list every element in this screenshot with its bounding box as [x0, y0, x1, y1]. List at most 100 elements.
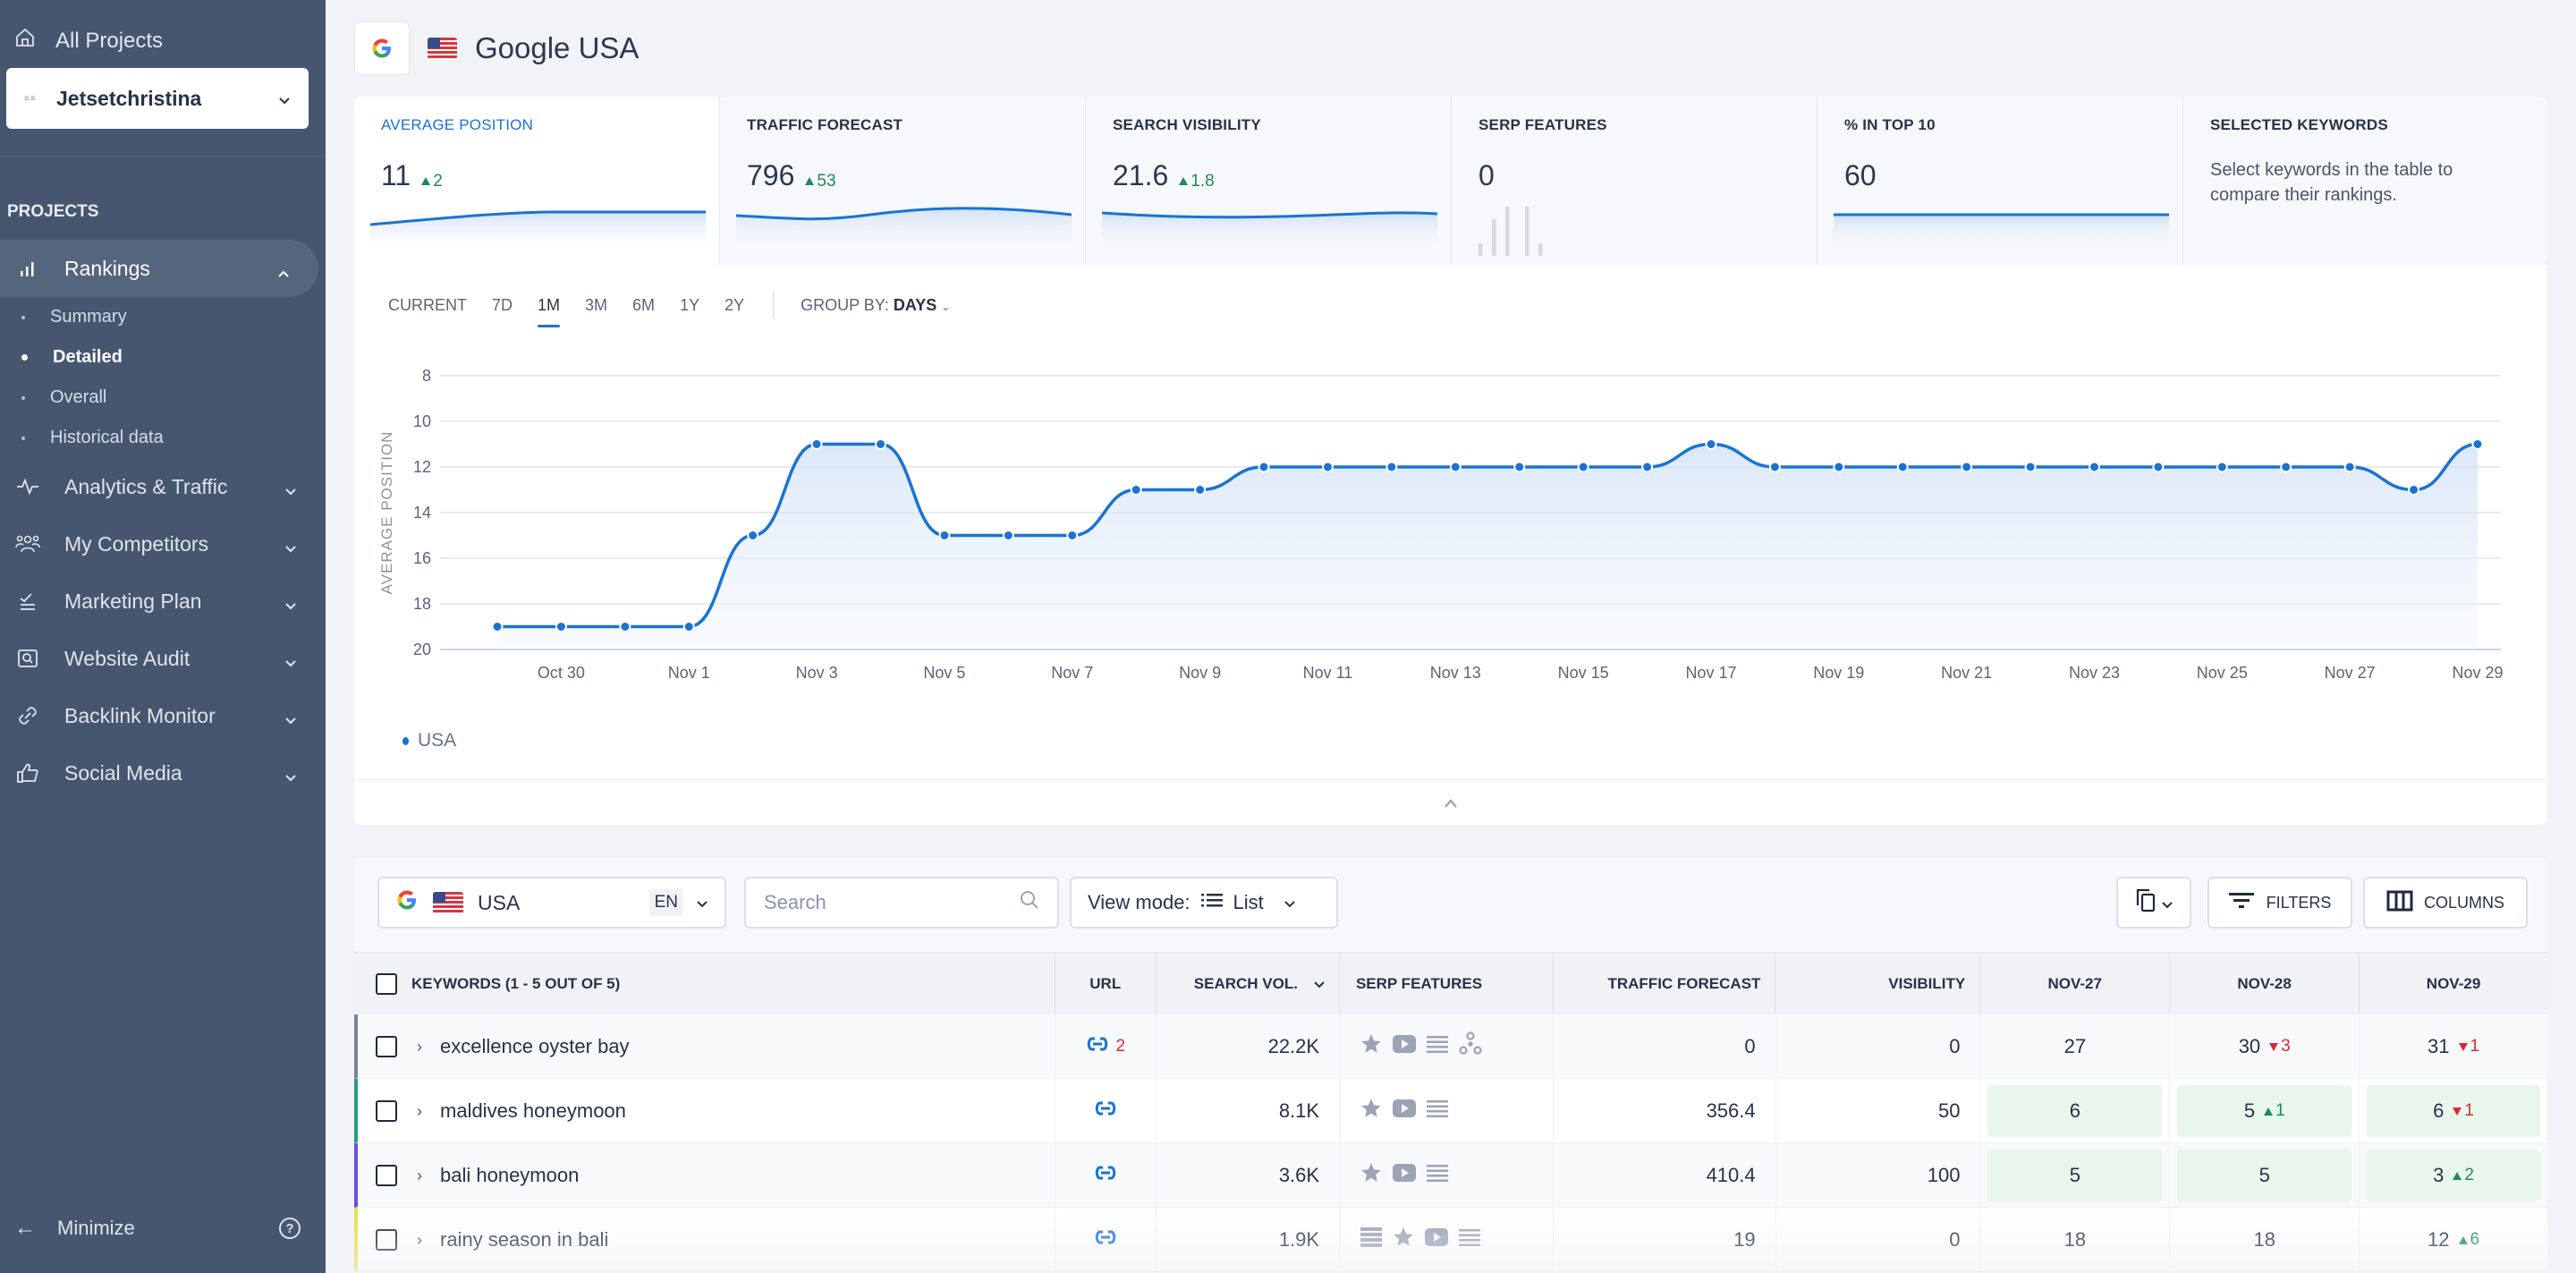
sidebar-subitem-overall[interactable]: Overall [0, 378, 326, 418]
sidebar-item-rankings[interactable]: Rankings [0, 240, 318, 297]
position-cell: 18 [2170, 1208, 2360, 1272]
table-row[interactable]: › rainy season in bali 1.9K 19 0 18 18 12 6 [354, 1208, 2547, 1272]
metric-traffic-forecast[interactable]: TRAFFIC FORECAST 796 53 [720, 97, 1086, 265]
copy-export-button[interactable] [2116, 877, 2191, 929]
search-engine-selector[interactable]: USA EN [377, 877, 726, 929]
metric-search-visibility[interactable]: SEARCH VISIBILITY 21.6 1.8 [1086, 97, 1452, 265]
expand-chevron-icon[interactable]: › [417, 1167, 422, 1185]
bar-chart-icon [14, 259, 41, 277]
search-input[interactable] [764, 891, 1014, 914]
sidebar-item-backlink-monitor[interactable]: Backlink Monitor [0, 687, 326, 744]
filters-button[interactable]: FILTERS [2207, 877, 2352, 929]
metric-label: SEARCH VISIBILITY [1113, 116, 1261, 133]
delta-value: 1 [2275, 1101, 2285, 1120]
sidebar-item-label: My Competitors [64, 531, 209, 556]
url-cell[interactable] [1055, 1143, 1157, 1208]
keyword-text: maldives honeymoon [440, 1099, 626, 1122]
sidebar-subitem-historical-data[interactable]: Historical data [0, 418, 326, 458]
range-1y[interactable]: 1Y [680, 296, 699, 315]
list-icon [1200, 891, 1223, 914]
arrow-down-icon [2453, 1107, 2462, 1116]
metric-value: 11 [381, 159, 411, 191]
table-row[interactable]: › bali honeymoon 3.6K 410.4 100 5532 [354, 1143, 2547, 1208]
chevron-down-icon: ⌄ [941, 300, 951, 313]
area-fill [497, 444, 2478, 649]
visibility-cell: 100 [1776, 1143, 1981, 1208]
header-date[interactable]: NOV-29 [2360, 953, 2547, 1015]
select-all-checkbox[interactable] [376, 973, 397, 995]
chart-legend[interactable]: USA [402, 730, 456, 751]
header-search-vol[interactable]: SEARCH VOL. [1157, 953, 1340, 1015]
url-cell[interactable]: 2 [1055, 1014, 1157, 1079]
header-keywords[interactable]: KEYWORDS (1 - 5 OUT OF 5) [354, 953, 1055, 1015]
link-icon[interactable] [1094, 1164, 1117, 1187]
traffic-forecast: 410.4 [1706, 1164, 1756, 1186]
range-6m[interactable]: 6M [632, 296, 655, 315]
data-point [1577, 461, 1589, 473]
metric-average-position[interactable]: AVERAGE POSITION 11 2 [354, 97, 720, 265]
group-by-dropdown[interactable]: GROUP BY: DAYS ⌄ [801, 296, 950, 315]
expand-chevron-icon[interactable]: › [417, 1231, 422, 1250]
metric-serp-features[interactable]: SERP FEATURES 0 [1452, 97, 1818, 265]
serp-features-cell [1340, 1079, 1554, 1143]
minimize-button[interactable]: ← Minimize ? [14, 1216, 301, 1241]
keyword-search [744, 877, 1059, 929]
header-date[interactable]: NOV-27 [1980, 953, 2171, 1015]
table-row[interactable]: › excellence oyster bay 2 22.2K 0 0 27 30… [354, 1014, 2547, 1079]
link-icon[interactable] [1094, 1228, 1117, 1252]
row-checkbox[interactable] [376, 1036, 397, 1057]
url-cell[interactable] [1055, 1079, 1157, 1143]
search-icon[interactable] [1020, 890, 1039, 915]
sidebar-subitem-summary[interactable]: Summary [0, 297, 326, 337]
range-current[interactable]: CURRENT [388, 296, 467, 315]
header-label: SEARCH VOL. [1193, 975, 1298, 992]
keyword-cell: › excellence oyster bay [358, 1014, 1055, 1079]
row-checkbox[interactable] [376, 1100, 397, 1122]
expand-chevron-icon[interactable]: › [417, 1102, 422, 1121]
sidebar-subitem-detailed[interactable]: Detailed [0, 337, 326, 378]
help-icon[interactable]: ? [279, 1218, 301, 1239]
data-point [1513, 461, 1526, 473]
x-tick-label: Nov 11 [1303, 664, 1353, 682]
columns-button[interactable]: COLUMNS [2363, 877, 2528, 929]
project-selector[interactable]: ≡≡ Jetsetchristina [6, 68, 309, 129]
all-projects-link[interactable]: All Projects [14, 27, 163, 55]
range-2y[interactable]: 2Y [724, 296, 744, 315]
x-tick-label: Nov 25 [2197, 664, 2248, 682]
range-divider [773, 292, 775, 318]
collapse-chart-button[interactable] [354, 779, 2547, 825]
data-point [1896, 461, 1909, 473]
metric-top10[interactable]: % IN TOP 10 60 [1818, 97, 2183, 265]
header-url[interactable]: URL [1055, 953, 1157, 1015]
chevron-down-icon [696, 891, 708, 914]
link-icon[interactable] [1086, 1035, 1109, 1058]
table-toolbar: USA EN View mode: List [354, 857, 2547, 952]
view-mode-dropdown[interactable]: View mode: List [1070, 877, 1338, 929]
header-serp-features[interactable]: SERP FEATURES [1340, 953, 1554, 1015]
expand-chevron-icon[interactable]: › [417, 1038, 422, 1057]
sidebar-item-marketing-plan[interactable]: Marketing Plan [0, 573, 326, 630]
sidebar-item-social-media[interactable]: Social Media [0, 744, 326, 802]
row-checkbox[interactable] [376, 1229, 397, 1251]
position-cell: 32 [2360, 1143, 2547, 1208]
header-date[interactable]: NOV-28 [2170, 953, 2360, 1015]
range-3m[interactable]: 3M [585, 296, 607, 315]
x-tick-label: Nov 21 [1941, 664, 1992, 682]
url-cell[interactable] [1055, 1208, 1157, 1272]
range-7d[interactable]: 7D [492, 296, 513, 315]
arrow-up-icon [2458, 1235, 2468, 1244]
sidebar-item-analytics-traffic[interactable]: Analytics & Traffic [0, 458, 326, 515]
table-row[interactable]: › maldives honeymoon 8.1K 356.4 50 65161 [354, 1079, 2547, 1143]
sidebar-item-website-audit[interactable]: Website Audit [0, 630, 326, 687]
range-1m[interactable]: 1M [538, 296, 561, 327]
visibility: 0 [1949, 1228, 1961, 1251]
link-icon[interactable] [1094, 1099, 1117, 1123]
sidebar-item-my-competitors[interactable]: My Competitors [0, 515, 326, 573]
header-traffic-forecast[interactable]: TRAFFIC FORECAST [1554, 953, 1776, 1015]
data-point [2343, 461, 2356, 473]
serp-list-icon [1458, 1227, 1481, 1252]
page-header: Google USA [354, 21, 639, 75]
header-visibility[interactable]: VISIBILITY [1775, 953, 1981, 1015]
row-checkbox[interactable] [376, 1165, 397, 1186]
data-point [810, 438, 823, 450]
